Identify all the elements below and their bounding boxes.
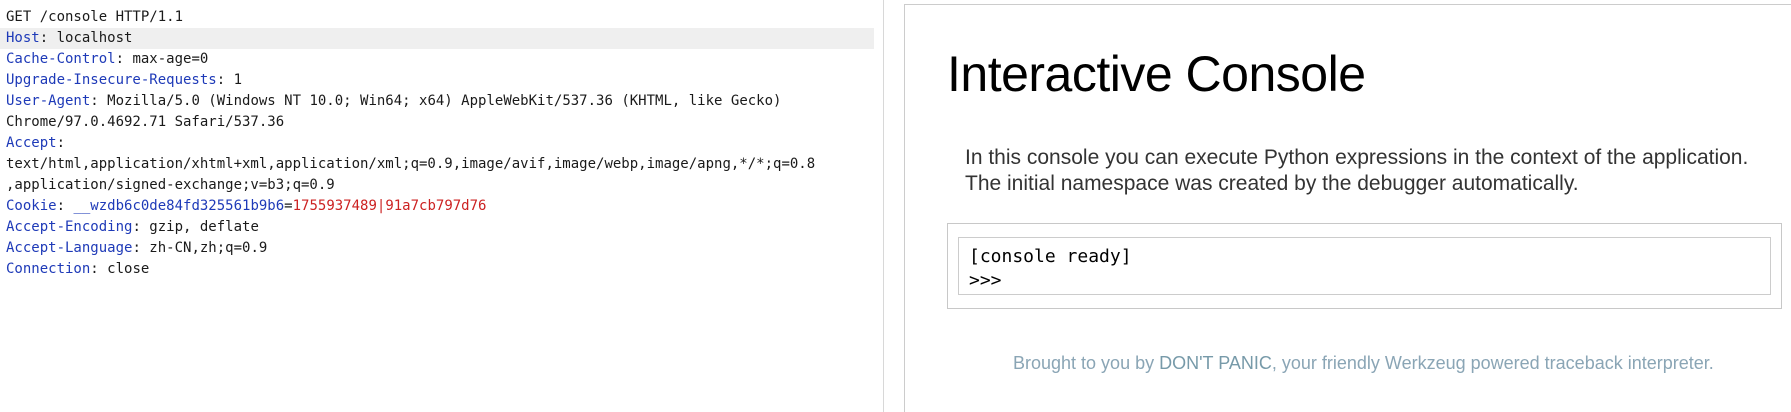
header-value: zh-CN,zh;q=0.9 bbox=[140, 240, 268, 256]
console-description: In this console you can execute Python e… bbox=[965, 146, 1749, 195]
header-upgrade-insecure-requests[interactable]: Upgrade-Insecure-Requests: 1 bbox=[0, 70, 883, 91]
footer-brand: DON'T PANIC bbox=[1159, 353, 1272, 373]
console-output-line: [console ready] bbox=[969, 246, 1132, 267]
footer-middle: , your friendly bbox=[1271, 353, 1385, 373]
header-cookie[interactable]: Cookie: __wzdb6c0de84fd325561b9b6=175593… bbox=[0, 196, 883, 217]
http-request-editor[interactable]: GET /console HTTP/1.1 Host: localhost Ca… bbox=[0, 0, 884, 412]
footer-prefix: Brought to you by bbox=[1013, 353, 1160, 373]
header-user-agent-continuation[interactable]: Chrome/97.0.4692.71 Safari/537.36 bbox=[0, 112, 883, 133]
cookie-name: __wzdb6c0de84fd325561b9b6 bbox=[65, 198, 285, 214]
header-name: Connection bbox=[6, 261, 91, 277]
header-value: gzip, deflate bbox=[140, 219, 259, 235]
header-value: ,application/signed-exchange;v=b3;q=0.9 bbox=[6, 177, 335, 193]
header-accept-encoding[interactable]: Accept-Encoding: gzip, deflate bbox=[0, 217, 883, 238]
request-line[interactable]: GET /console HTTP/1.1 bbox=[0, 7, 883, 28]
header-value: 1 bbox=[225, 72, 243, 88]
werkzeug-link[interactable]: Werkzeug bbox=[1385, 353, 1466, 373]
footer-suffix: powered traceback interpreter. bbox=[1465, 353, 1714, 373]
header-value: Mozilla/5.0 (Windows NT 10.0; Win64; x64… bbox=[98, 93, 782, 109]
header-accept-language[interactable]: Accept-Language: zh-CN,zh;q=0.9 bbox=[0, 238, 883, 259]
page-title: Interactive Console bbox=[947, 46, 1366, 102]
header-value: max-age=0 bbox=[124, 51, 209, 67]
header-name: Host bbox=[6, 30, 40, 46]
header-value: localhost bbox=[48, 30, 133, 46]
cookie-value: 1755937489|91a7cb797d76 bbox=[292, 198, 487, 214]
header-name: Accept-Language bbox=[6, 240, 133, 256]
header-name: User-Agent bbox=[6, 93, 91, 109]
header-connection[interactable]: Connection: close bbox=[0, 259, 883, 280]
header-accept-continuation[interactable]: ,application/signed-exchange;v=b3;q=0.9 bbox=[0, 175, 883, 196]
header-host[interactable]: Host: localhost bbox=[0, 28, 874, 49]
header-name: Cookie bbox=[6, 198, 57, 214]
header-name: Upgrade-Insecure-Requests bbox=[6, 72, 217, 88]
console-input[interactable]: [console ready] >>> bbox=[958, 237, 1771, 295]
header-value: close bbox=[98, 261, 150, 277]
header-value: Chrome/97.0.4692.71 Safari/537.36 bbox=[6, 114, 285, 130]
console-container: [console ready] >>> bbox=[947, 223, 1782, 309]
footer: Brought to you by DON'T PANIC, your frie… bbox=[1013, 353, 1714, 374]
request-line-text: GET /console HTTP/1.1 bbox=[6, 9, 184, 25]
header-name: Cache-Control bbox=[6, 51, 116, 67]
rendered-response-view: Interactive Console In this console you … bbox=[904, 4, 1791, 412]
console-prompt: >>> bbox=[969, 270, 1002, 291]
header-accept-value[interactable]: text/html,application/xhtml+xml,applicat… bbox=[0, 154, 883, 175]
header-user-agent[interactable]: User-Agent: Mozilla/5.0 (Windows NT 10.0… bbox=[0, 91, 883, 112]
header-value: text/html,application/xhtml+xml,applicat… bbox=[6, 156, 816, 172]
header-accept[interactable]: Accept: bbox=[0, 133, 883, 154]
header-cache-control[interactable]: Cache-Control: max-age=0 bbox=[0, 49, 883, 70]
header-name: Accept-Encoding bbox=[6, 219, 133, 235]
header-name: Accept bbox=[6, 135, 57, 151]
